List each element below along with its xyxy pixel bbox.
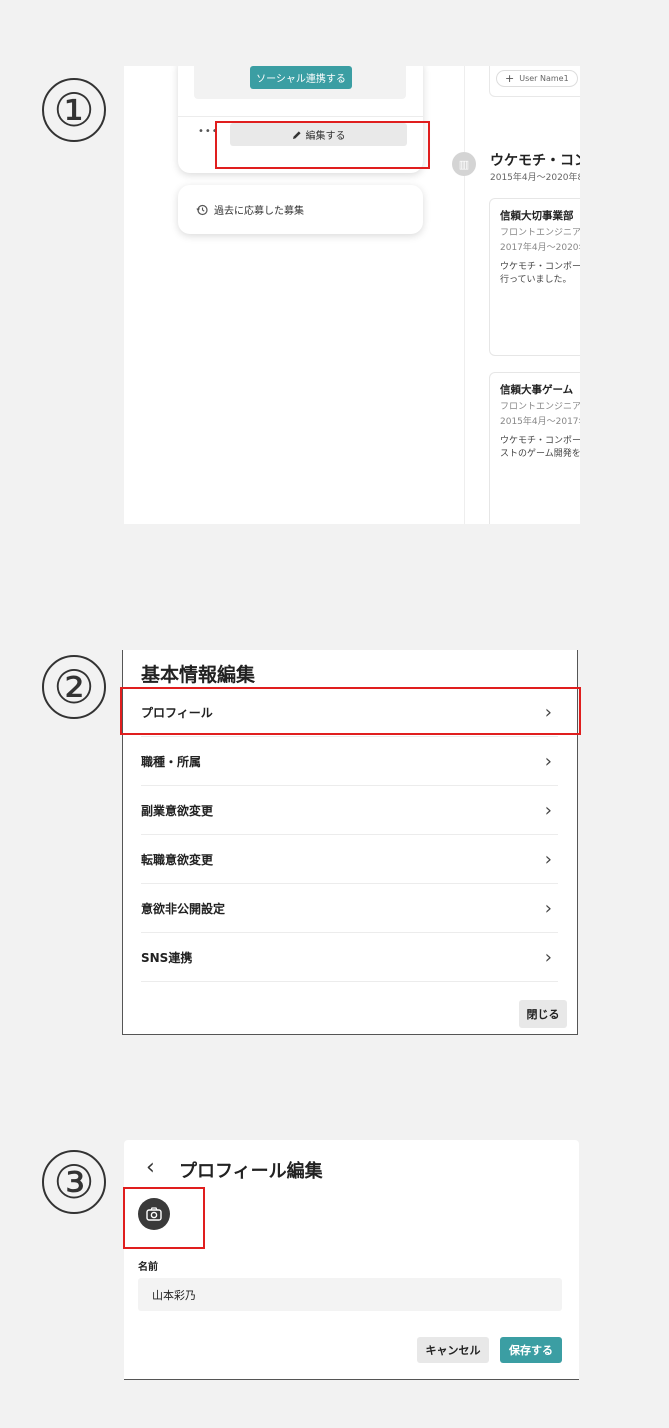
user-chip[interactable]: + User Name1 [496,70,578,87]
step-number-3: ③ [42,1150,106,1214]
name-field-label: 名前 [138,1262,158,1273]
past-applications-button[interactable]: 過去に応募した募集 [178,185,423,234]
highlight-edit-button [215,121,430,169]
social-link-area: ソーシャル連携する [194,66,406,99]
chevron-right-icon: › [544,946,552,968]
job-description-line: ウケモチ・コンポー [500,262,580,272]
column-divider [464,66,465,524]
chevron-right-icon: › [544,799,552,821]
job-title: 信頼大事ゲーム [500,384,574,396]
menu-item-label: 転職意欲変更 [141,852,214,867]
menu-item-sns-link[interactable]: SNS連携 › [141,933,558,982]
menu-item-label: 副業意欲変更 [141,803,214,818]
save-button[interactable]: 保存する [500,1337,562,1363]
job-card[interactable]: 信頼大事ゲーム フロントエンジニア 2015年4月〜2017年 ウケモチ・コンポ… [489,372,580,524]
job-description-line: 行っていました。 [500,275,572,286]
menu-item-label: SNS連携 [141,950,193,965]
close-button[interactable]: 閉じる [519,1000,567,1028]
menu-item-label: 職種・所属 [141,754,202,769]
page-title: 基本情報編集 [141,664,256,686]
back-chevron-icon[interactable]: ‹ [146,1155,155,1180]
menu-item-label: 意欲非公開設定 [141,901,226,916]
job-role: フロントエンジニア [500,228,580,238]
job-role: フロントエンジニア [500,402,580,412]
chevron-right-icon: › [544,848,552,870]
step-number-2: ② [42,655,106,719]
user-box: + User Name1 [489,66,580,97]
menu-item-side-job-motivation[interactable]: 副業意欲変更 › [141,786,558,835]
plus-icon: + [505,72,515,85]
menu-item-job-change-motivation[interactable]: 転職意欲変更 › [141,835,558,884]
job-period: 2015年4月〜2017年 [500,417,580,427]
company-period: 2015年4月〜2020年8 [490,173,580,183]
job-description: ウケモチ・コンポー ストのゲーム開発を [500,435,580,461]
history-icon [196,204,208,215]
page-title: プロフィール編集 [179,1161,323,1182]
menu-item-motivation-privacy[interactable]: 意欲非公開設定 › [141,884,558,933]
social-link-button[interactable]: ソーシャル連携する [250,66,352,89]
building-icon: ▥ [452,152,476,176]
job-description: ウケモチ・コンポー 行っていました。 [500,261,580,287]
screenshot-profile-edit: ‹ プロフィール編集 名前 山本彩乃 キャンセル 保存する [124,1140,579,1380]
cancel-button[interactable]: キャンセル [417,1337,489,1363]
job-card[interactable]: 信頼大切事業部 フロントエンジニア 2017年4月〜2020年 ウケモチ・コンポ… [489,198,580,356]
past-applications-label: 過去に応募した募集 [214,206,304,217]
job-description-line: ウケモチ・コンポー [500,436,580,446]
name-field[interactable]: 山本彩乃 [138,1278,562,1311]
job-description-line: ストのゲーム開発を [500,449,580,460]
step-number-1: ① [42,78,106,142]
highlight-avatar [123,1187,205,1249]
user-chip-label: User Name1 [519,74,569,83]
chevron-right-icon: › [544,897,552,919]
chevron-right-icon: › [544,750,552,772]
highlight-profile-item [120,687,581,735]
divider [178,116,423,117]
job-period: 2017年4月〜2020年 [500,243,580,253]
menu-item-job-affiliation[interactable]: 職種・所属 › [141,737,558,786]
job-title: 信頼大切事業部 [500,210,574,222]
company-name: ウケモチ・コン [490,153,580,169]
